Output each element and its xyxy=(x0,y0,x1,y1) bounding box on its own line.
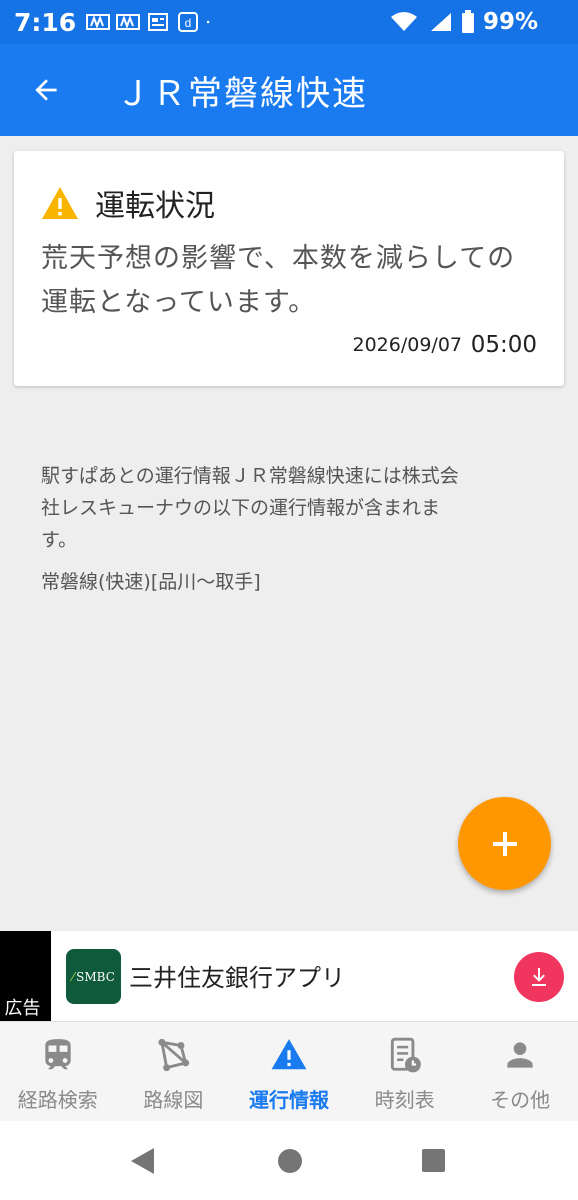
update-date: 2026/09/07 xyxy=(352,334,462,356)
nav-label: 運行情報 xyxy=(248,1088,329,1112)
person-icon xyxy=(507,1042,533,1068)
smbc-logo: ⁄ SMBC xyxy=(66,949,121,1004)
nav-label: 経路検索 xyxy=(17,1088,98,1112)
bottom-nav: 経路検索 路線図 運行情報 時刻表 その他 xyxy=(0,1021,578,1122)
system-back-button[interactable] xyxy=(128,1146,156,1176)
ad-banner[interactable]: 広告 ⁄ SMBC 三井住友銀行アプリ xyxy=(0,931,578,1021)
nav-label: 時刻表 xyxy=(374,1088,435,1112)
back-triangle-icon xyxy=(131,1148,154,1174)
train-icon xyxy=(45,1039,71,1070)
service-status-card: 運転状況 荒天予想の影響で、本数を減らしての運転となっています。 2026/09… xyxy=(14,151,564,386)
app-bar: ＪＲ常磐線快速 xyxy=(0,44,578,136)
card-heading: 運転状況 xyxy=(95,189,215,224)
card-header: 運転状況 xyxy=(41,181,215,225)
back-arrow-icon xyxy=(35,79,57,101)
update-time: 05:00 xyxy=(470,332,537,358)
weathernews-icon xyxy=(116,14,141,30)
system-nav-bar xyxy=(0,1121,578,1200)
warning-icon xyxy=(42,187,78,219)
wifi-icon xyxy=(390,12,417,31)
battery-icon xyxy=(461,10,474,33)
warning-icon xyxy=(271,1039,307,1070)
route-text: 常磐線(快速)[品川〜取手] xyxy=(41,571,261,593)
nav-other[interactable]: その他 xyxy=(462,1022,578,1122)
nav-label: 路線図 xyxy=(143,1088,204,1112)
weathernews-icon xyxy=(86,14,111,30)
d-app-icon: d xyxy=(178,12,199,32)
route-map-icon xyxy=(158,1038,190,1072)
signal-icon xyxy=(430,13,451,31)
download-button[interactable] xyxy=(514,952,564,1002)
page-title: ＪＲ常磐線快速 xyxy=(116,73,368,114)
dot-icon xyxy=(207,20,210,24)
notification-icons: d xyxy=(86,12,216,32)
nav-route-search[interactable]: 経路検索 xyxy=(0,1022,116,1122)
battery-percent: 99% xyxy=(482,9,538,35)
leaf-icon: ⁄ xyxy=(72,969,75,984)
system-recents-button[interactable] xyxy=(421,1148,446,1173)
logo-text: SMBC xyxy=(76,969,115,984)
status-time: 7:16 xyxy=(14,7,77,37)
attribution-text: 駅すぱあとの運行情報ＪＲ常磐線快速には株式会社レスキューナウの以下の運行情報が含… xyxy=(41,465,459,551)
info-section: 駅すぱあとの運行情報ＪＲ常磐線快速には株式会社レスキューナウの以下の運行情報が含… xyxy=(41,460,471,598)
status-bar: 7:16 d 99% xyxy=(0,0,578,44)
ad-title: 三井住友銀行アプリ xyxy=(129,964,345,992)
nav-timetable[interactable]: 時刻表 xyxy=(347,1022,463,1122)
nav-label: その他 xyxy=(490,1088,551,1112)
download-icon xyxy=(532,968,546,986)
system-home-button[interactable] xyxy=(277,1148,303,1174)
svg-text:d: d xyxy=(185,16,192,30)
add-button[interactable] xyxy=(458,797,551,890)
timetable-icon xyxy=(390,1037,421,1073)
plus-icon xyxy=(492,831,517,856)
home-circle-icon xyxy=(278,1149,302,1173)
nav-service-info[interactable]: 運行情報 xyxy=(231,1022,347,1122)
back-button[interactable] xyxy=(22,66,70,114)
ad-label: 広告 xyxy=(0,993,45,1021)
recents-square-icon xyxy=(422,1149,445,1172)
status-message: 荒天予想の影響で、本数を減らしての運転となっています。 xyxy=(41,243,516,318)
nav-route-map[interactable]: 路線図 xyxy=(116,1022,232,1122)
news-icon xyxy=(148,13,169,31)
